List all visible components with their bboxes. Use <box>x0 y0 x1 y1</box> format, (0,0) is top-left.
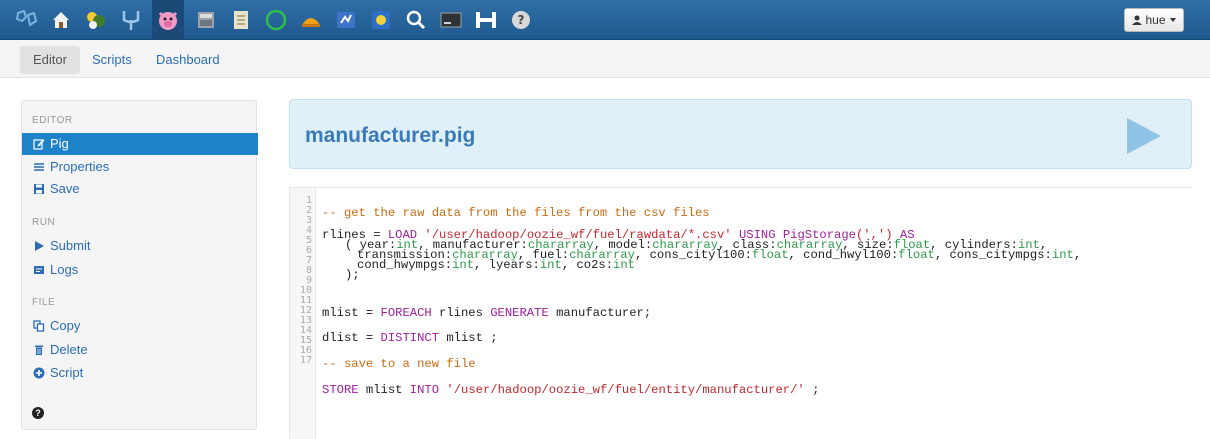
code-line-8: ); <box>345 268 360 282</box>
code-text: dlist = <box>322 331 381 345</box>
tasks-icon <box>32 263 46 277</box>
caret-down-icon <box>1169 18 1176 22</box>
user-menu-button[interactable]: hue <box>1124 8 1184 32</box>
sidebar-item-delete[interactable]: Delete <box>22 339 258 361</box>
sidebar-item-script[interactable]: Script <box>22 362 258 384</box>
save-icon <box>32 182 46 196</box>
user-icon <box>1132 15 1143 25</box>
edit-icon <box>32 137 46 151</box>
help-icon[interactable]: ? <box>507 7 534 34</box>
code-line-10: mlist = FOREACH rlines GENERATE manufact… <box>322 306 652 320</box>
sidebar-item-properties[interactable]: Properties <box>22 156 258 178</box>
list-icon <box>32 160 46 174</box>
tab-editor[interactable]: Editor <box>20 46 80 74</box>
code-text: manufacturer; <box>548 306 652 320</box>
sidebar-header-file: FILE <box>32 297 56 308</box>
code-line-16: STORE mlist INTO '/user/hadoop/oozie_wf/… <box>322 383 820 397</box>
line-number-gutter: 1 2 3 4 5 6 7 8 9 10 11 12 13 14 15 16 1… <box>290 188 316 439</box>
sidebar-item-label: Script <box>50 365 84 380</box>
sidebar-header-editor: EDITOR <box>32 115 73 126</box>
script-title-banner: manufacturer.pig <box>289 99 1192 169</box>
code-keyword: STORE <box>322 383 359 397</box>
run-play-icon[interactable] <box>1125 118 1161 154</box>
sidebar-item-copy[interactable]: Copy <box>22 315 258 337</box>
code-text: mlist ; <box>439 331 498 345</box>
code-text: mlist <box>358 383 410 397</box>
sidebar-item-label: Delete <box>50 342 88 357</box>
code-comment: -- save to a new file <box>322 357 476 371</box>
job-browser-icon[interactable] <box>262 7 289 34</box>
shell-icon[interactable] <box>437 7 464 34</box>
sidebar-item-label: Submit <box>50 238 91 253</box>
code-line-7: cond_hwympgs:int, lyears:int, co2s:int <box>357 258 635 272</box>
sidebar-header-run: RUN <box>32 217 56 228</box>
sidebar-item-label: Copy <box>50 318 81 333</box>
hive-icon[interactable] <box>82 7 109 34</box>
code-text: ); <box>345 268 360 282</box>
top-navbar: ? hue <box>0 0 1210 40</box>
code-text: rlines <box>431 306 491 320</box>
code-editor[interactable]: 1 2 3 4 5 6 7 8 9 10 11 12 13 14 15 16 1… <box>289 187 1192 439</box>
code-keyword: INTO <box>409 383 440 397</box>
sidebar-item-label: Properties <box>50 159 110 174</box>
pig-icon[interactable] <box>152 0 184 40</box>
sidebar-item-save[interactable]: Save <box>22 178 258 200</box>
play-icon <box>32 239 46 253</box>
hbase-icon[interactable] <box>472 7 499 34</box>
sidebar: EDITOR Pig Properties Save RUN Submit Lo… <box>21 100 258 430</box>
copy-icon <box>32 319 46 333</box>
code-text: cond_hwympgs:int, lyears:int, co2s:int <box>357 258 635 272</box>
code-line-12: dlist = DISTINCT mlist ; <box>322 331 498 345</box>
sidebar-item-label: Pig <box>50 136 69 151</box>
file-browser-icon[interactable] <box>227 7 254 34</box>
plus-circle-icon <box>32 366 46 380</box>
beeswax-icon[interactable] <box>367 7 394 34</box>
code-keyword: GENERATE <box>490 306 549 320</box>
code-text: ; <box>804 383 820 397</box>
code-string: '/user/hadoop/oozie_wf/fuel/entity/manuf… <box>446 383 805 397</box>
search-icon[interactable] <box>402 7 429 34</box>
code-line-2: -- get the raw data from the files from … <box>322 206 710 220</box>
sidebar-item-pig[interactable]: Pig <box>22 133 258 155</box>
trash-icon <box>32 343 46 357</box>
sidebar-item-logs[interactable]: Logs <box>22 259 258 281</box>
hue-logo-icon[interactable] <box>12 7 39 34</box>
code-line-14: -- save to a new file <box>322 357 476 371</box>
code-keyword: FOREACH <box>380 306 432 320</box>
impala-icon[interactable] <box>297 7 324 34</box>
tab-scripts[interactable]: Scripts <box>92 46 132 74</box>
script-title: manufacturer.pig <box>305 124 476 147</box>
user-menu-label: hue <box>1145 13 1166 27</box>
svg-text:?: ? <box>517 13 524 27</box>
code-keyword: DISTINCT <box>380 331 440 345</box>
sidebar-item-label: Logs <box>50 262 79 277</box>
line-number: 17 <box>299 355 312 366</box>
job-designer-icon[interactable] <box>332 7 359 34</box>
sub-navbar: Editor Scripts Dashboard <box>0 40 1210 78</box>
code-text: mlist = <box>322 306 381 320</box>
sidebar-item-submit[interactable]: Submit <box>22 235 258 257</box>
oozie-icon[interactable] <box>117 7 144 34</box>
code-comment: -- get the raw data from the files from … <box>322 206 710 220</box>
app-icons: ? <box>12 0 542 40</box>
question-circle-icon[interactable]: ? <box>32 407 44 419</box>
metastore-icon[interactable] <box>192 7 219 34</box>
tab-dashboard[interactable]: Dashboard <box>156 46 220 74</box>
home-icon[interactable] <box>47 7 74 34</box>
sidebar-item-label: Save <box>50 181 80 196</box>
